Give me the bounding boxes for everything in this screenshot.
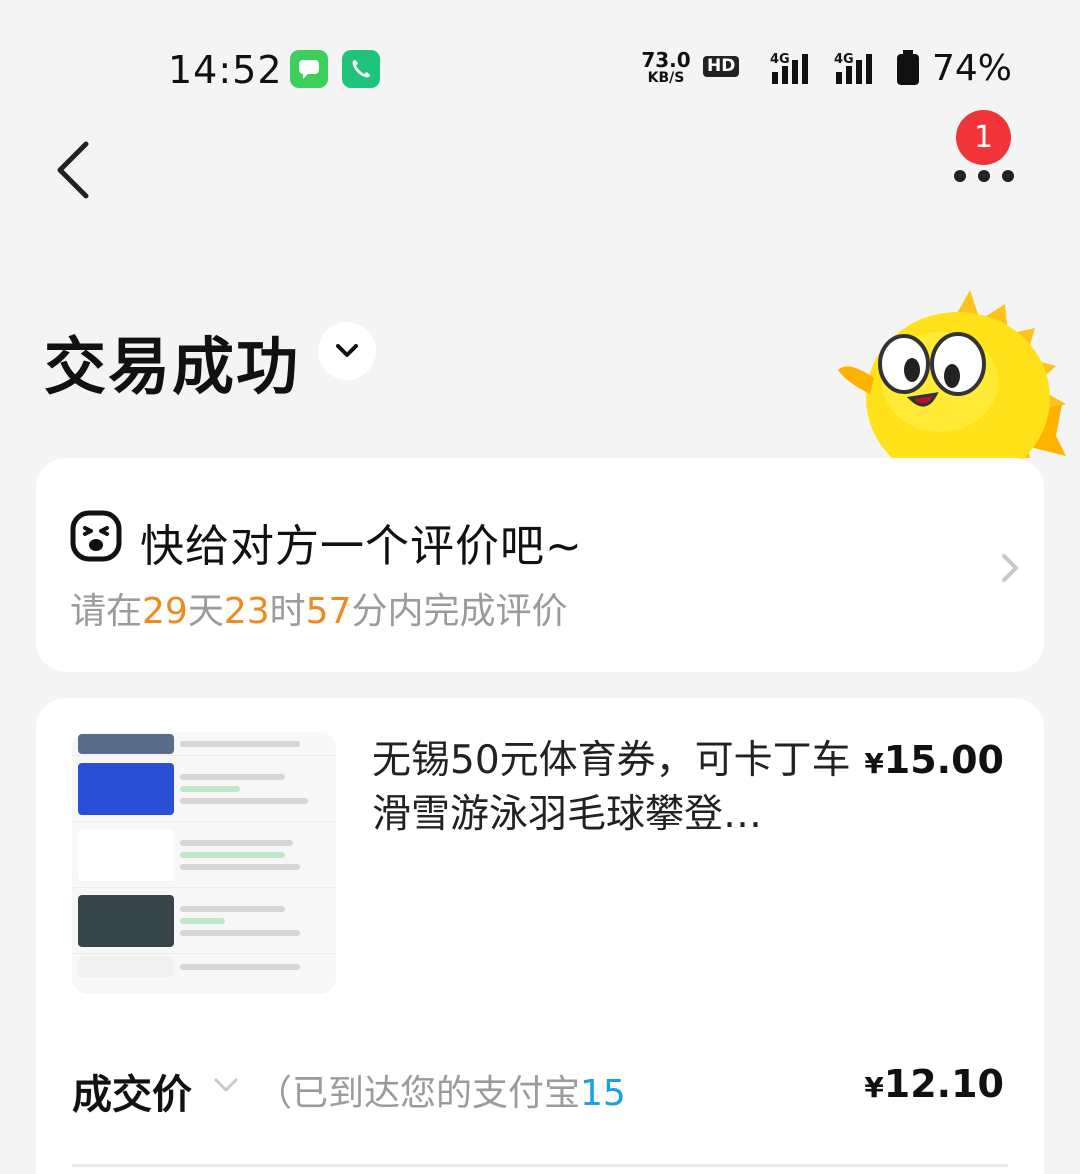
deadline-prefix: 请在: [70, 591, 143, 632]
deadline-minutes: 57: [305, 591, 352, 632]
deadline-days: 29: [142, 591, 188, 632]
fish-mascot-image: [830, 286, 1070, 484]
deadline-hours-unit: 时: [269, 591, 306, 632]
product-price: ¥15.00: [864, 738, 1004, 782]
payment-note-prefix: （已到达您的支付宝: [256, 1073, 581, 1114]
review-deadline-text: 请在29天23时57分内完成评价: [70, 582, 568, 634]
deadline-minutes-unit: 分内完成评价: [351, 591, 568, 632]
battery-icon: [896, 50, 920, 86]
divider: [72, 1164, 1008, 1167]
network-speed-value: 73.0: [641, 48, 691, 72]
signal-1-label: 4G: [770, 52, 790, 67]
status-time: 14:52: [168, 48, 283, 92]
chevron-left-icon: [57, 141, 89, 199]
deal-price-symbol: ¥: [864, 1071, 884, 1104]
status-bar: 14:52 73.0 KB/S HD 4G 4G 74%: [0, 0, 1080, 140]
chevron-right-icon: [1002, 554, 1018, 582]
signal-4g-icon-2: 4G: [832, 50, 892, 86]
order-detail-card: 无锡50元体育券，可卡丁车滑雪游泳羽毛球攀登… ¥15.00 成交价 （已到达您…: [36, 698, 1044, 1174]
deadline-hours: 23: [223, 591, 270, 632]
chevron-down-icon: [336, 344, 358, 357]
deadline-days-unit: 天: [187, 591, 224, 632]
network-speed-unit: KB/S: [647, 70, 685, 86]
signal-2-label: 4G: [834, 52, 854, 67]
network-speed: 73.0 KB/S: [640, 50, 692, 85]
product-title[interactable]: 无锡50元体育券，可卡丁车滑雪游泳羽毛球攀登…: [372, 734, 852, 842]
smiley-face-icon: [70, 510, 122, 562]
deal-price-label: 成交价: [72, 1072, 192, 1118]
deal-expand-chevron-icon[interactable]: [212, 1074, 240, 1098]
product-price-symbol: ¥: [864, 747, 884, 780]
phone-notification-icon: [342, 50, 380, 88]
deal-price-value: 12.10: [883, 1062, 1004, 1106]
product-thumbnail[interactable]: [72, 732, 336, 994]
product-price-value: 15.00: [883, 738, 1004, 782]
back-button[interactable]: [50, 136, 100, 206]
messages-notification-icon: [290, 50, 328, 88]
hd-voice-icon: HD: [703, 56, 740, 77]
order-status-title: 交易成功: [44, 330, 301, 403]
review-prompt-title: 快给对方一个评价吧~: [140, 521, 583, 572]
review-reminder-card[interactable]: 快给对方一个评价吧~ 请在29天23时57分内完成评价: [36, 458, 1044, 672]
battery-percentage: 74%: [932, 48, 1013, 89]
payment-destination-note: （已到达您的支付宝15: [256, 1064, 626, 1116]
deal-price: ¥12.10: [864, 1062, 1004, 1106]
status-expand-button[interactable]: [318, 322, 376, 380]
notification-badge: 1: [956, 110, 1011, 165]
alipay-account[interactable]: 15: [580, 1073, 626, 1114]
signal-4g-icon-1: 4G: [758, 50, 818, 86]
